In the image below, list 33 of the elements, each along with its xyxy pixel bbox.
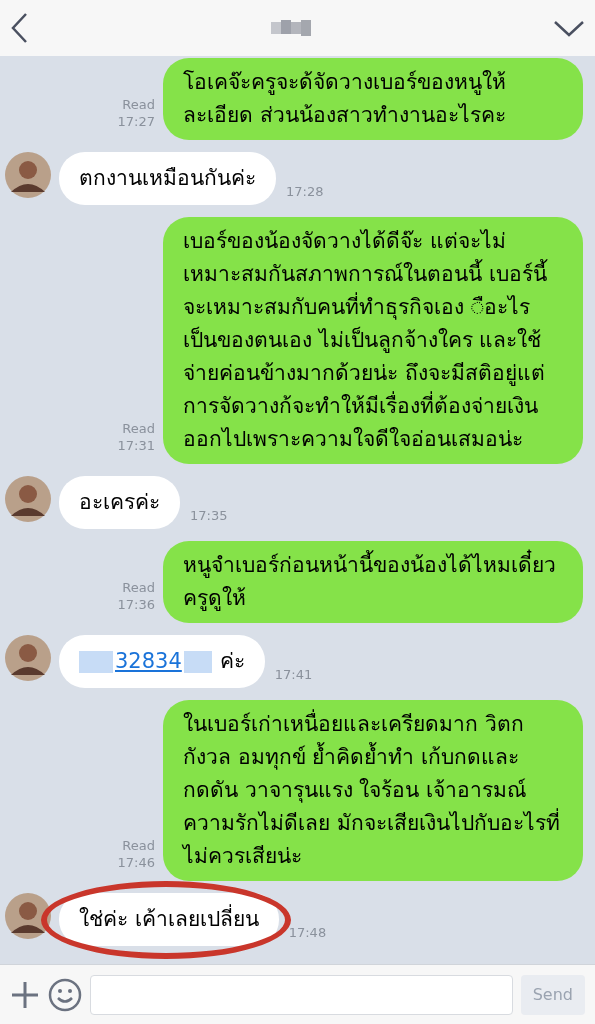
- read-receipt: Read: [122, 96, 155, 113]
- avatar-icon: [5, 476, 51, 522]
- avatar-icon: [5, 893, 51, 939]
- plus-icon[interactable]: [10, 979, 40, 1010]
- sent-message-bubble: ในเบอร์เก่าเหนื่อยและเครียดมาก วิตกกังวล อมทุกข์ ย้ำคิดย้ำทำ เก้บกดและกดดัน วาจารุนแรง ใจร้อน เจ้าอารมณ์ความรักไม่ดีเลย มักจะเสียเงินไปกับอะไรที่ไม่ควรเสียน่ะ: [163, 700, 583, 881]
- sent-message-bubble: หนูจำเบอร์ก่อนหน้านี้ของน้องได้ไหมเดี๋ยวครูดูให้: [163, 541, 583, 623]
- message-time: 17:46: [117, 854, 155, 871]
- avatar-icon: [5, 152, 51, 198]
- sent-message-bubble: เบอร์ของน้องจัดวางได้ดีจ๊ะ แต่จะไม่เหมาะสมกันสภาพการณ์ในตอนนี้ เบอร์นี้จะเหมาะสมกับคนที่ทำธุรกิจเอง ◌ือะไรเป็นของตนเอง ไม่เป็นลูกจ้างใคร และใช้จ่ายค่อนข้างมากด้วยน่ะ ถึงจะมีสติอยู่แต่การจัดวางก้จะทำให้มีเรื่องที่ต้องจ่ายเงินออกไปเพราะความใจดีใจอ่อนเสมอน่ะ: [163, 217, 583, 464]
- message-time: 17:41: [274, 665, 313, 684]
- message-time: 17:27: [117, 113, 155, 130]
- read-receipt: Read: [122, 579, 155, 596]
- message-time: 17:28: [286, 182, 324, 201]
- read-receipt: Read: [122, 837, 155, 854]
- received-message-bubble: ตกงานเหมือนกันค่ะ: [59, 152, 276, 205]
- blurred-title: [270, 20, 311, 36]
- back-icon[interactable]: [10, 12, 28, 44]
- blurred-digits: [79, 650, 113, 673]
- received-message-bubble: อะเครค่ะ: [59, 476, 180, 529]
- message-input[interactable]: [90, 974, 513, 1015]
- message-time: 17:35: [190, 506, 228, 525]
- phone-link[interactable]: 32834: [115, 645, 182, 678]
- message-time: 17:48: [288, 923, 327, 942]
- read-receipt: Read: [122, 420, 155, 437]
- emoji-icon[interactable]: [48, 977, 82, 1012]
- message-text: ค่ะ: [219, 648, 245, 675]
- message-time: 17:36: [117, 596, 155, 613]
- sent-message-bubble: โอเคจ๊ะครูจะด้จัดวางเบอร์ของหนูให้ละเอียด ส่วนน้องสาวทำงานอะไรคะ: [163, 58, 583, 140]
- received-message-bubble: ใช่ค่ะ เค้าเลยเปลี่ยน: [59, 893, 279, 946]
- message-time: 17:31: [117, 437, 155, 454]
- blurred-digits: [183, 650, 212, 673]
- avatar-icon: [5, 635, 51, 681]
- chevron-down-icon[interactable]: [553, 19, 585, 37]
